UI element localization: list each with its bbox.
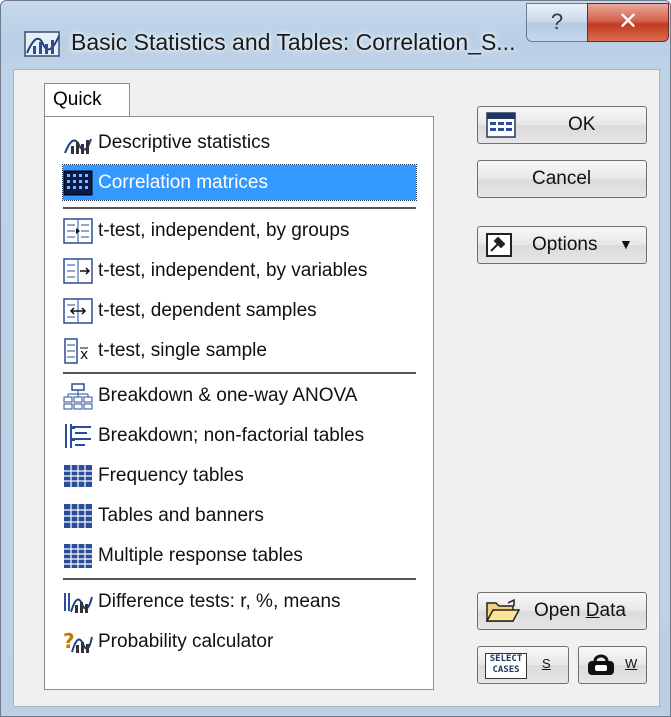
quick-tab-panel: Descriptive statistics Correlation matri… [44, 116, 434, 690]
dialog-window: Basic Statistics and Tables: Correlation… [0, 0, 671, 717]
tables-banners-icon [64, 503, 92, 528]
dialog-client-area: Quick Descriptive statistics Correlation… [13, 69, 660, 707]
title-bar[interactable]: Basic Statistics and Tables: Correlation… [1, 1, 670, 69]
list-item-breakdown-nonfactorial[interactable]: Breakdown; non-factorial tables [63, 418, 416, 453]
cancel-label: Cancel [532, 168, 592, 189]
select-cases-hotkey: S [542, 656, 551, 671]
ok-label: OK [568, 114, 596, 135]
svg-text:x: x [80, 347, 88, 363]
list-item-descriptive-statistics[interactable]: Descriptive statistics [63, 125, 416, 160]
list-item-multiple-response[interactable]: Multiple response tables [63, 538, 416, 573]
options-icon [486, 233, 512, 257]
open-folder-icon [486, 599, 520, 622]
list-item-label: Breakdown; non-factorial tables [98, 424, 365, 446]
difference-tests-icon [64, 592, 93, 613]
options-label: Options [532, 234, 598, 255]
list-item-label: Correlation matrices [98, 171, 268, 193]
statistics-app-icon [24, 31, 60, 57]
analysis-list[interactable]: Descriptive statistics Correlation matri… [62, 125, 417, 677]
multiple-response-icon [64, 543, 92, 568]
frequency-tables-icon [64, 464, 92, 487]
list-item-label: t-test, independent, by variables [98, 259, 368, 281]
ttest-groups-icon [63, 217, 93, 244]
cancel-button[interactable]: Cancel [477, 160, 647, 198]
list-item-correlation-matrices[interactable]: Correlation matrices [62, 164, 417, 201]
list-separator [63, 207, 416, 209]
open-data-label-suffix: ata [599, 600, 626, 621]
tab-quick[interactable]: Quick [44, 83, 130, 117]
list-item-frequency-tables[interactable]: Frequency tables [63, 458, 416, 493]
close-button[interactable]: ✕ [587, 3, 669, 42]
list-item-difference-tests[interactable]: Difference tests: r, %, means [63, 584, 416, 619]
list-item-breakdown-anova[interactable]: Breakdown & one-way ANOVA [63, 378, 416, 413]
open-data-label-prefix: Open [534, 600, 586, 621]
options-button[interactable]: Options ▼ [477, 226, 647, 264]
list-item-label: t-test, single sample [98, 339, 267, 361]
list-item-label: Tables and banners [98, 504, 264, 526]
list-separator [63, 372, 416, 374]
select-cases-bottom-text: CASES [492, 665, 520, 675]
list-item-ttest-dependent[interactable]: t-test, dependent samples [63, 293, 416, 328]
list-item-label: Frequency tables [98, 464, 244, 486]
select-cases-icon: SELECT CASES [485, 653, 527, 679]
weight-button[interactable]: W [578, 646, 647, 684]
chevron-down-icon: ▼ [619, 236, 633, 252]
list-item-label: Breakdown & one-way ANOVA [98, 384, 358, 406]
select-cases-button[interactable]: SELECT CASES S [477, 646, 569, 684]
list-item-label: Difference tests: r, %, means [98, 590, 341, 612]
ok-button[interactable]: OK [477, 106, 647, 144]
list-item-tables-banners[interactable]: Tables and banners [63, 498, 416, 533]
descriptive-stats-icon [64, 138, 92, 154]
list-item-probability-calculator[interactable]: ? Probability calculator [63, 624, 416, 659]
weight-icon [588, 654, 614, 675]
list-item-ttest-single[interactable]: x t-test, single sample [63, 333, 416, 368]
window-title: Basic Statistics and Tables: Correlation… [71, 29, 516, 55]
breakdown-anova-icon [63, 382, 93, 409]
ttest-dependent-icon [63, 297, 93, 324]
open-data-button[interactable]: Open Data [477, 592, 647, 630]
ttest-single-icon: x [64, 337, 88, 364]
list-item-label: t-test, dependent samples [98, 299, 317, 321]
help-button[interactable]: ? [526, 3, 588, 42]
list-item-label: t-test, independent, by groups [98, 219, 350, 241]
list-item-label: Descriptive statistics [98, 131, 271, 153]
probability-calculator-icon: ? [63, 629, 93, 653]
open-data-label: Open Data [534, 601, 626, 620]
ok-icon [486, 112, 516, 138]
breakdown-nonfactorial-icon [65, 423, 91, 448]
list-item-ttest-groups[interactable]: t-test, independent, by groups [63, 213, 416, 248]
list-item-label: Probability calculator [98, 630, 274, 652]
ttest-variables-icon [63, 257, 93, 284]
correlation-matrix-icon [63, 170, 93, 195]
select-cases-top-text: SELECT [489, 654, 523, 664]
list-item-label: Multiple response tables [98, 544, 303, 566]
list-item-ttest-variables[interactable]: t-test, independent, by variables [63, 253, 416, 288]
open-data-label-hotkey: D [585, 600, 600, 621]
weight-hotkey: W [625, 656, 638, 671]
list-separator [63, 578, 416, 580]
